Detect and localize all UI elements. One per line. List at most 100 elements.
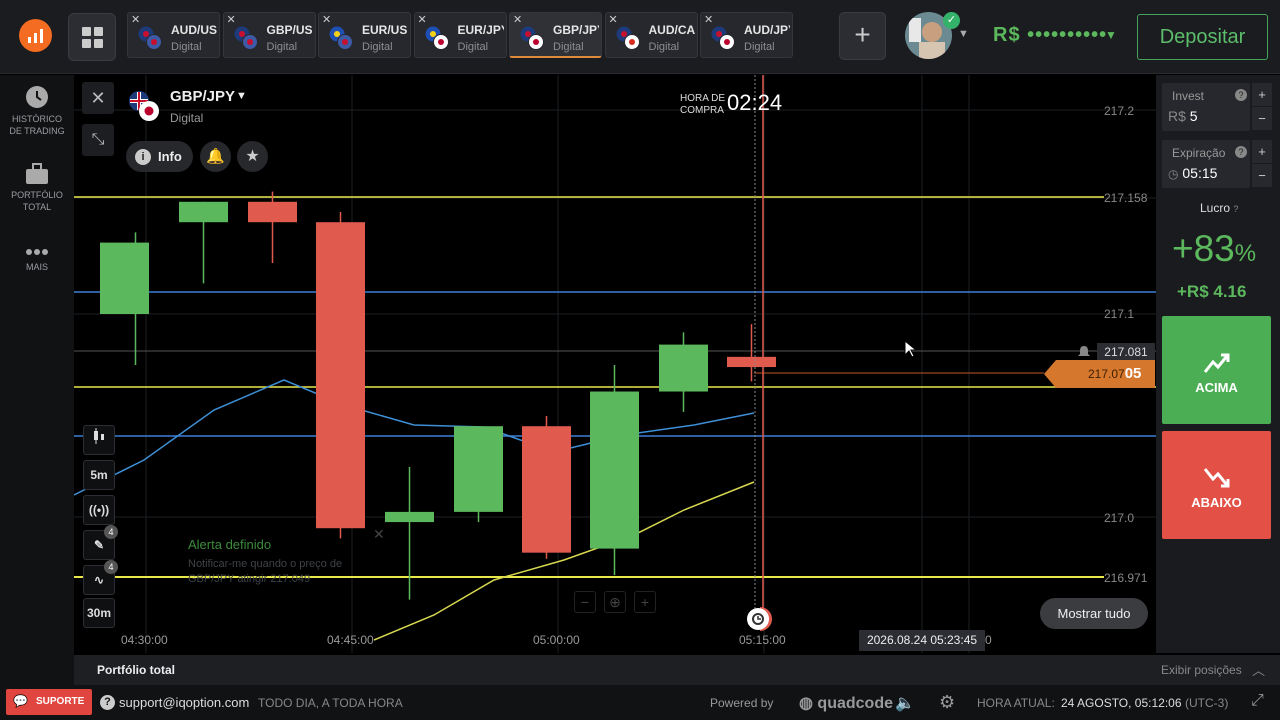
- more-dots-icon: [26, 249, 48, 255]
- alert-toast-title: Alerta definido: [188, 537, 272, 552]
- expiry-time[interactable]: 05:15: [1182, 165, 1217, 181]
- close-tab-icon[interactable]: ✕: [704, 13, 713, 26]
- expiry-marker: [747, 607, 772, 631]
- info-icon: i: [135, 149, 151, 165]
- portfolio-bar[interactable]: [74, 655, 1280, 685]
- tab-gbp-usd[interactable]: ✕ GBP/USD Digital: [222, 12, 316, 58]
- candle-body: [454, 426, 503, 512]
- sidebar-item-portfolio[interactable]: PORTFÓLIO TOTAL: [0, 163, 74, 213]
- app-logo[interactable]: [19, 19, 52, 52]
- zoom-in-button[interactable]: +: [634, 591, 656, 613]
- indicator-count-badge: 4: [104, 560, 118, 574]
- expiry-field[interactable]: Expiração ? ◷ 05:15: [1162, 140, 1250, 188]
- tab-aud-cad[interactable]: ✕ AUD/CAD Digital: [604, 12, 698, 58]
- gear-icon[interactable]: ⚙: [939, 692, 955, 713]
- portfolio-label[interactable]: Portfólio total: [97, 663, 175, 677]
- invest-field[interactable]: Invest ? R$ 5: [1162, 83, 1250, 131]
- sidebar-item-label: HISTÓRICO: [11, 114, 62, 124]
- candle-body: [659, 344, 708, 392]
- chevron-down-icon[interactable]: ▼: [1105, 28, 1117, 42]
- help-icon[interactable]: ?: [1235, 146, 1247, 158]
- close-chart-button[interactable]: ✕: [82, 82, 114, 114]
- asset-grid-button[interactable]: [68, 13, 116, 61]
- gbp-jpy-flag-icon: [129, 91, 159, 121]
- current-time-label: HORA ATUAL:: [977, 696, 1055, 710]
- invest-value[interactable]: R$ 5: [1168, 108, 1198, 124]
- minimize-chart-button[interactable]: ⤡: [82, 124, 114, 156]
- time-axis-label: 04:30:00: [121, 633, 168, 647]
- invest-decrease-button[interactable]: −: [1252, 107, 1272, 130]
- show-all-button[interactable]: Mostrar tudo: [1040, 598, 1148, 629]
- zoom-out-button[interactable]: −: [574, 591, 596, 613]
- tab-gbp-jpy[interactable]: ✕ GBP/JPY Digital: [509, 12, 602, 58]
- chevron-up-icon[interactable]: ︿: [1252, 660, 1265, 679]
- invest-amount[interactable]: 5: [1190, 108, 1198, 124]
- tab-pair-label: GBP/JPY: [553, 23, 599, 37]
- profit-percentage-sign: %: [1234, 240, 1257, 267]
- tab-pair-label: EUR/JPY: [457, 23, 504, 37]
- tab-eur-usd[interactable]: ✕ EUR/USD Digital: [318, 12, 411, 58]
- expiry-value[interactable]: ◷ 05:15: [1168, 165, 1217, 181]
- expiry-decrease-button[interactable]: −: [1252, 164, 1272, 187]
- call-up-button[interactable]: ACIMA: [1162, 316, 1271, 424]
- tab-aud-jpy[interactable]: ✕ AUD/JPY Digital: [700, 12, 793, 58]
- sidebar-item-more[interactable]: MAIS: [0, 247, 74, 273]
- sidebar-item-label: PORTFÓLIO: [11, 190, 63, 200]
- brand-name: quadcode: [817, 695, 893, 712]
- help-icon: ?: [100, 695, 115, 710]
- tab-kind-label: Digital: [362, 41, 393, 53]
- close-tab-icon[interactable]: ✕: [322, 13, 331, 26]
- left-sidebar: HISTÓRICO DE TRADING PORTFÓLIO TOTAL MAI…: [0, 75, 74, 685]
- help-icon[interactable]: ?: [1235, 89, 1247, 101]
- current-time-value: 24 AGOSTO, 05:12:06: [1061, 696, 1182, 710]
- chat-icon: 💬: [13, 694, 28, 708]
- time-axis-label: 05:00:00: [533, 633, 580, 647]
- close-tab-icon[interactable]: ✕: [227, 13, 236, 26]
- chart-type-button[interactable]: [83, 425, 115, 455]
- chevron-down-icon[interactable]: ▼: [958, 28, 969, 40]
- current-price-main: 217.07: [1088, 367, 1125, 381]
- zoom-reset-button[interactable]: ⊕: [604, 591, 626, 613]
- current-price-digits: 05: [1124, 365, 1142, 382]
- tab-kind-label: Digital: [648, 41, 680, 53]
- show-positions-link[interactable]: Exibir posições: [1161, 663, 1242, 677]
- invest-currency: R$: [1168, 108, 1186, 124]
- close-icon[interactable]: ✕: [373, 526, 385, 543]
- put-down-button[interactable]: ABAIXO: [1162, 431, 1271, 539]
- fullscreen-icon[interactable]: ⤢: [1251, 692, 1264, 710]
- invest-increase-button[interactable]: +: [1252, 83, 1272, 106]
- asset-name[interactable]: GBP/JPY: [170, 88, 235, 105]
- support-email-link[interactable]: support@iqoption.com: [119, 695, 249, 710]
- signals-button[interactable]: ((•)): [83, 495, 115, 525]
- sidebar-item-trading-history[interactable]: HISTÓRICO DE TRADING: [0, 85, 74, 137]
- deposit-button[interactable]: Depositar: [1137, 14, 1268, 60]
- chevron-down-icon[interactable]: ▼: [236, 90, 247, 102]
- alert-price-label: 217.081: [1097, 343, 1155, 361]
- help-icon[interactable]: ?: [1233, 204, 1238, 214]
- candle-time-button[interactable]: 30m: [83, 598, 115, 628]
- alert-bell-button[interactable]: 🔔: [200, 141, 231, 172]
- tab-eur-jpy[interactable]: ✕ EUR/JPY Digital: [413, 12, 507, 58]
- price-axis-label: 217.1: [1104, 307, 1135, 321]
- tab-aud-usd[interactable]: ✕ AUD/USD Digital: [127, 12, 220, 58]
- bell-icon[interactable]: [1077, 345, 1091, 359]
- sidebar-item-label: TOTAL: [22, 202, 52, 212]
- timeframe-button[interactable]: 5m: [83, 460, 115, 490]
- expiry-increase-button[interactable]: +: [1252, 140, 1272, 163]
- mouse-cursor-icon: [904, 340, 916, 358]
- top-bar: ✕ AUD/USD Digital ✕ GBP/USD Digital ✕ EUR/USD Di…: [0, 0, 1280, 74]
- expiry-label: Expiração: [1172, 146, 1226, 160]
- close-tab-icon[interactable]: ✕: [609, 13, 618, 26]
- close-tab-icon[interactable]: ✕: [131, 13, 140, 26]
- buy-time-label: HORA DE COMPRA: [680, 93, 725, 117]
- star-icon: ★: [245, 148, 260, 165]
- favorite-button[interactable]: ★: [237, 141, 268, 172]
- add-tab-button[interactable]: +: [839, 12, 886, 60]
- close-tab-icon[interactable]: ✕: [513, 13, 522, 26]
- tab-kind-label: Digital: [457, 41, 489, 53]
- balance-display[interactable]: R$ ••••••••••: [993, 24, 1107, 47]
- speaker-icon[interactable]: 🔈: [895, 693, 915, 713]
- profit-label-text: Lucro: [1200, 201, 1231, 215]
- powered-by-label: Powered by: [710, 696, 774, 710]
- close-tab-icon[interactable]: ✕: [418, 13, 427, 26]
